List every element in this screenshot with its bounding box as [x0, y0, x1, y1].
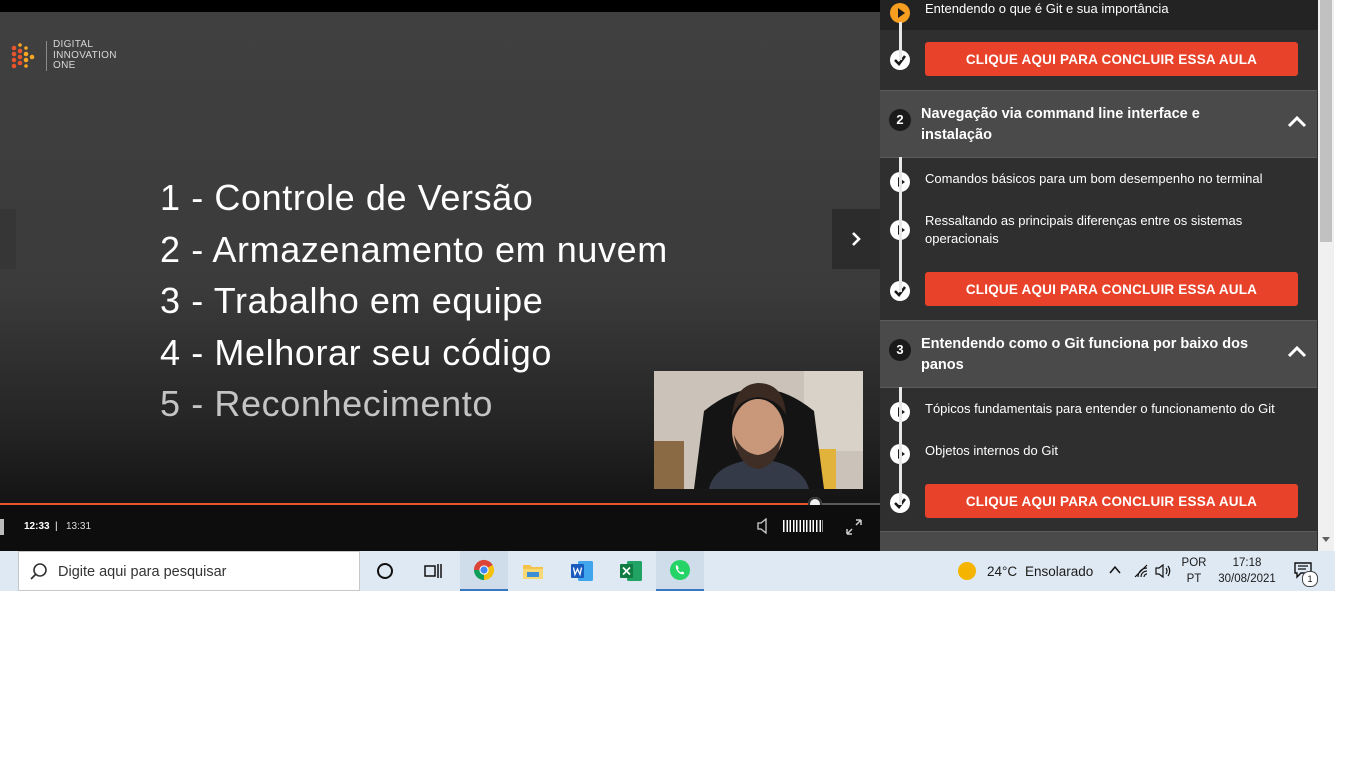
video-controls: 12:33 | 13:31 — [0, 505, 880, 551]
cortana-button[interactable] — [361, 551, 409, 591]
cortana-icon — [377, 563, 393, 579]
lesson-item[interactable]: Objetos internos do Git — [880, 440, 1318, 470]
module-title: Entendendo como o Git funciona por baixo… — [921, 336, 1249, 373]
slide-topic: 2 - Armazenamento em nuvem — [160, 228, 668, 270]
whatsapp-icon — [670, 560, 690, 580]
word-taskbar-button[interactable] — [558, 551, 606, 591]
volume-slider[interactable] — [783, 520, 823, 532]
next-lesson-button[interactable] — [832, 209, 880, 269]
module-title: Navegação via command line interface e i… — [921, 106, 1200, 143]
complete-lesson-row: CLIQUE AQUI PARA CONCLUIR ESSA AULA — [880, 482, 1318, 522]
weather-description[interactable]: Ensolarado — [1025, 564, 1093, 579]
chrome-icon — [473, 559, 495, 581]
windows-taskbar: Digite aqui para pesquisar 24°C Ensolara… — [0, 551, 1335, 591]
weather-sun-icon[interactable] — [958, 562, 976, 580]
input-language[interactable]: POR PT — [1180, 555, 1208, 587]
lesson-title: Entendendo o que é Git e sua importância — [925, 1, 1169, 16]
play-circle-icon — [890, 3, 910, 23]
play-button[interactable] — [0, 519, 4, 535]
complete-lesson-button[interactable]: CLIQUE AQUI PARA CONCLUIR ESSA AULA — [925, 272, 1298, 306]
slide-topic: 1 - Controle de Versão — [160, 177, 534, 218]
slide-topic: 5 - Reconhecimento — [160, 383, 493, 424]
complete-lesson-button[interactable]: CLIQUE AQUI PARA CONCLUIR ESSA AULA — [925, 484, 1298, 518]
instructor-webcam-image — [654, 371, 863, 489]
dio-logo-mark-icon — [10, 40, 40, 72]
file-explorer-icon — [523, 565, 543, 579]
lesson-item[interactable]: Comandos básicos para um bom desempenho … — [880, 168, 1318, 198]
timeline-line — [899, 22, 902, 60]
logo-line-3: ONE — [53, 60, 76, 72]
search-placeholder: Digite aqui para pesquisar — [58, 564, 227, 580]
file-explorer-taskbar-button[interactable] — [509, 551, 557, 591]
total-time: 13:31 — [66, 521, 92, 532]
lesson-item[interactable]: Tópicos fundamentais para entender o fun… — [880, 398, 1318, 428]
scroll-down-arrow-icon[interactable] — [1322, 537, 1330, 543]
system-clock[interactable]: 17:18 30/08/2021 — [1212, 555, 1282, 587]
lesson-title: Objetos internos do Git — [925, 443, 1058, 458]
timeline-line — [899, 157, 902, 292]
weather-temperature[interactable]: 24°C — [987, 564, 1017, 579]
lesson-title: Tópicos fundamentais para entender o fun… — [925, 401, 1275, 416]
fullscreen-icon[interactable] — [846, 519, 862, 535]
notification-count-badge: 1 — [1302, 571, 1318, 587]
module-header-2[interactable]: 2 Navegação via command line interface e… — [880, 90, 1317, 158]
excel-taskbar-button[interactable] — [607, 551, 655, 591]
lesson-title: Comandos básicos para um bom desempenho … — [925, 171, 1263, 186]
module-header-4-partial[interactable] — [880, 531, 1317, 551]
clock-time: 17:18 — [1232, 557, 1262, 569]
current-time: 12:33 — [24, 521, 50, 532]
scrollbar-thumb[interactable] — [1320, 0, 1332, 242]
time-separator: | — [55, 521, 58, 532]
complete-lesson-row: CLIQUE AQUI PARA CONCLUIR ESSA AULA — [880, 40, 1318, 80]
volume-icon[interactable] — [757, 518, 771, 534]
lesson-title: Ressaltando as principais diferenças ent… — [925, 213, 1243, 246]
slide-topic-list: 1 - Controle de Versão 2 - Armazenamento… — [160, 172, 668, 430]
word-icon — [571, 561, 593, 581]
lesson-item[interactable]: Ressaltando as principais diferenças ent… — [880, 210, 1318, 254]
keyboard-layout: PT — [1186, 573, 1202, 585]
video-top-bar — [0, 0, 880, 12]
chevron-up-icon[interactable] — [1108, 563, 1122, 577]
speaker-icon[interactable] — [1155, 563, 1173, 579]
wifi-icon[interactable] — [1133, 563, 1149, 579]
slide-topic: 4 - Melhorar seu código — [160, 331, 552, 373]
clock-date: 30/08/2021 — [1218, 573, 1276, 585]
previous-lesson-button[interactable] — [0, 209, 16, 269]
lesson-item-current[interactable]: Entendendo o que é Git e sua importância — [880, 0, 1318, 30]
dio-logo-text: DIGITAL INNOVATION ONE — [53, 40, 117, 72]
chevron-up-icon[interactable] — [1287, 114, 1307, 128]
search-icon — [30, 563, 47, 580]
task-view-icon — [424, 564, 442, 578]
excel-icon — [620, 561, 642, 581]
module-header-3[interactable]: 3 Entendendo como o Git funciona por bai… — [880, 320, 1317, 388]
chrome-taskbar-button[interactable] — [460, 551, 508, 591]
instructor-webcam — [654, 371, 863, 489]
complete-lesson-button[interactable]: CLIQUE AQUI PARA CONCLUIR ESSA AULA — [925, 42, 1298, 76]
timeline-line — [899, 387, 902, 505]
taskbar-search[interactable]: Digite aqui para pesquisar — [18, 551, 360, 591]
complete-lesson-row: CLIQUE AQUI PARA CONCLUIR ESSA AULA — [880, 270, 1318, 310]
module-number: 3 — [889, 339, 911, 361]
slide-topic: 3 - Trabalho em equipe — [160, 280, 544, 321]
module-number: 2 — [889, 109, 911, 131]
video-player[interactable]: DIGITAL INNOVATION ONE 1 - Controle de V… — [0, 0, 880, 551]
logo-separator — [46, 41, 47, 71]
language-code: POR — [1181, 557, 1207, 569]
dio-logo: DIGITAL INNOVATION ONE — [10, 40, 117, 72]
chevron-up-icon[interactable] — [1287, 344, 1307, 358]
sidebar-scrollbar[interactable] — [1318, 0, 1334, 551]
course-sidebar: Entendendo o que é Git e sua importância… — [880, 0, 1318, 551]
task-view-button[interactable] — [409, 551, 457, 591]
chevron-right-icon — [852, 232, 861, 246]
whatsapp-taskbar-button[interactable] — [656, 551, 704, 591]
